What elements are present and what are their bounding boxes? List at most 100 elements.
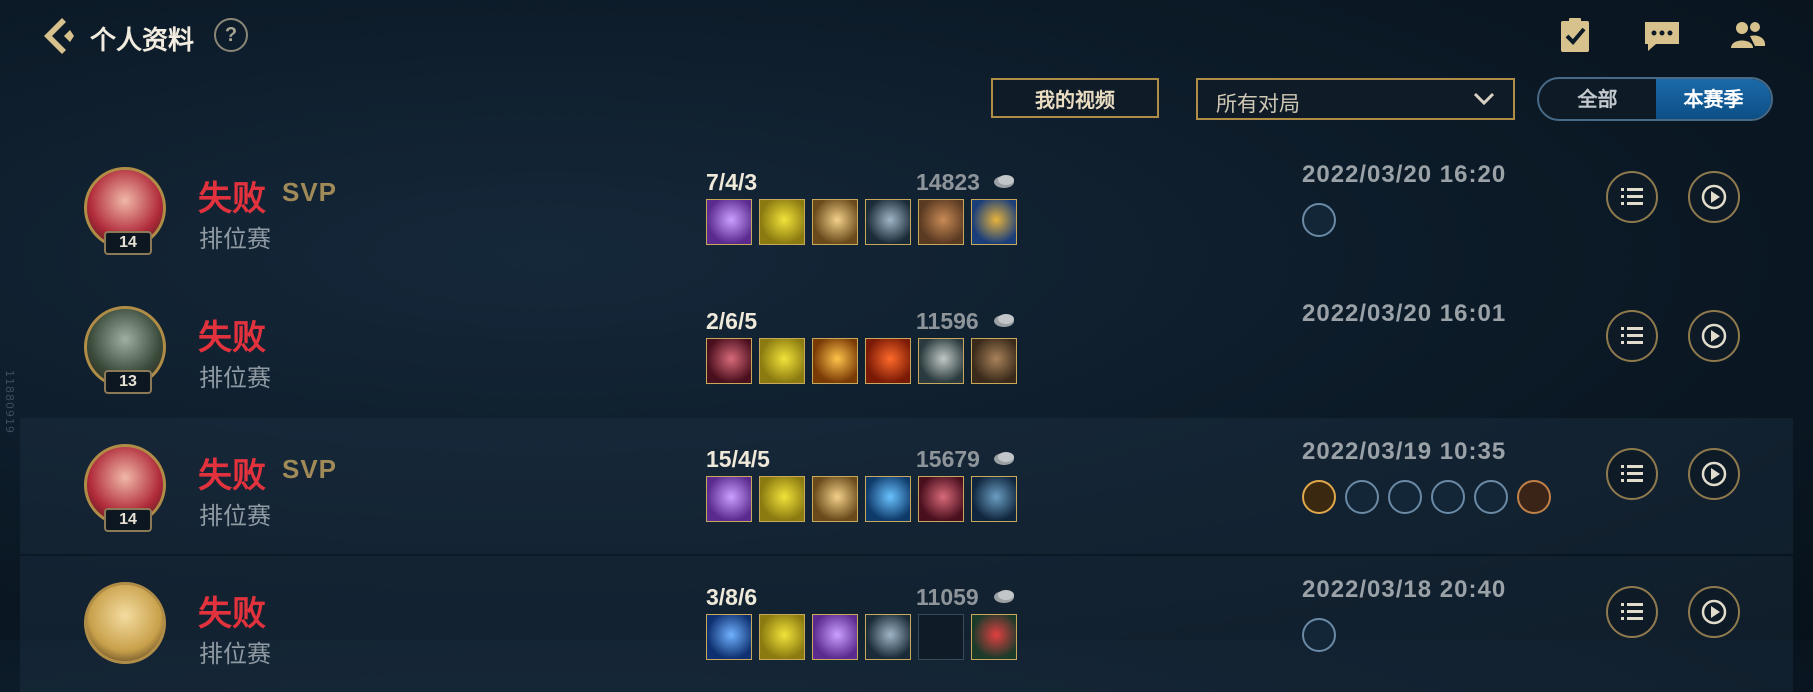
- match-mode: 排位赛: [199, 225, 271, 253]
- gold-amount: 15679: [916, 446, 980, 472]
- side-id-text: 11880919: [3, 370, 16, 434]
- help-button[interactable]: ?: [214, 18, 248, 52]
- gold-badge-icon[interactable]: [1517, 480, 1551, 514]
- my-videos-button[interactable]: 我的视频: [991, 78, 1159, 118]
- purple-dagger-icon[interactable]: [706, 199, 752, 245]
- yellow-shield-icon[interactable]: [759, 199, 805, 245]
- sword-badge-icon[interactable]: [1431, 480, 1465, 514]
- replay-icon: [1701, 599, 1727, 625]
- potion-icon[interactable]: [971, 614, 1017, 660]
- match-result: 失败: [198, 594, 266, 634]
- match-mode: 排位赛: [199, 502, 271, 530]
- kda-score: 3/8/6: [706, 584, 758, 610]
- hero-level-badge: 13: [104, 370, 152, 394]
- friends-icon: [1731, 22, 1766, 48]
- task-button[interactable]: [1555, 16, 1595, 56]
- match-replay-button[interactable]: [1688, 310, 1740, 362]
- header-bar: 个人资料 ?: [0, 0, 1813, 75]
- list-icon: [1621, 327, 1643, 344]
- gold-coin-icon: [994, 175, 1014, 188]
- gold-amount: 11596: [916, 308, 979, 334]
- list-icon: [1621, 603, 1643, 620]
- hero-level-badge: 14: [104, 508, 152, 532]
- svp-tag: SVP: [282, 177, 338, 207]
- match-result: 失败: [198, 318, 266, 358]
- greatsword-icon[interactable]: [918, 338, 964, 384]
- clipboard-check-icon: [1561, 18, 1589, 52]
- match-mode: 排位赛: [199, 364, 271, 392]
- hero-avatar[interactable]: [84, 582, 166, 664]
- match-filter-value: 所有对局: [1216, 92, 1300, 116]
- flag-badge-icon[interactable]: [1388, 480, 1422, 514]
- blue-blade-icon[interactable]: [706, 614, 752, 660]
- match-details-button[interactable]: [1606, 586, 1658, 638]
- kda-score: 7/4/3: [706, 169, 758, 195]
- ice-lance-icon[interactable]: [865, 476, 911, 522]
- crown-badge-icon[interactable]: [1474, 480, 1508, 514]
- frost-boots-icon[interactable]: [971, 476, 1017, 522]
- match-details-button[interactable]: [1606, 310, 1658, 362]
- winged-blade-icon[interactable]: [812, 476, 858, 522]
- friends-button[interactable]: [1728, 16, 1768, 56]
- match-replay-button[interactable]: [1688, 586, 1740, 638]
- boots-icon[interactable]: [971, 338, 1017, 384]
- replay-icon: [1701, 323, 1727, 349]
- match-datetime: 2022/03/19 10:35: [1302, 438, 1507, 465]
- crimson-blade-icon[interactable]: [918, 476, 964, 522]
- match-details-button[interactable]: [1606, 171, 1658, 223]
- match-datetime: 2022/03/20 16:20: [1302, 161, 1507, 188]
- chevron-down-icon: [1473, 92, 1495, 106]
- match-result: 失败: [198, 179, 266, 219]
- list-icon: [1621, 465, 1643, 482]
- rune-badge-icon[interactable]: [1302, 618, 1336, 652]
- chat-button[interactable]: [1642, 16, 1682, 56]
- replay-icon: [1701, 461, 1727, 487]
- match-mode: 排位赛: [199, 640, 271, 668]
- fire-orb-icon[interactable]: [865, 338, 911, 384]
- hammer-icon[interactable]: [918, 199, 964, 245]
- yellow-shield-icon[interactable]: [759, 614, 805, 660]
- sun-staff-icon[interactable]: [812, 338, 858, 384]
- match-filter-select[interactable]: 所有对局: [1196, 78, 1515, 120]
- trinket-icon[interactable]: [971, 199, 1017, 245]
- yellow-shield-icon[interactable]: [759, 476, 805, 522]
- help-icon: ?: [224, 24, 238, 46]
- match-replay-button[interactable]: [1688, 448, 1740, 500]
- svp-tag: SVP: [282, 454, 338, 484]
- match-row[interactable]: 失败排位赛 3/8/6 11059 2022/03/18 20:40: [20, 556, 1793, 692]
- three-kill-badge-icon[interactable]: [1345, 480, 1379, 514]
- steel-spear-icon[interactable]: [865, 199, 911, 245]
- steel-spear-icon[interactable]: [865, 614, 911, 660]
- kda-score: 2/6/5: [706, 308, 758, 334]
- match-details-button[interactable]: [1606, 448, 1658, 500]
- winged-blade-icon[interactable]: [812, 199, 858, 245]
- match-row[interactable]: 14 失败 SVP 排位赛 7/4/3 14823 2022/03/20 16:20: [20, 141, 1793, 277]
- gold-coin-icon: [994, 452, 1014, 465]
- gold-amount: 14823: [916, 169, 980, 195]
- replay-icon: [1701, 184, 1727, 210]
- back-button[interactable]: [36, 14, 80, 58]
- match-row[interactable]: 13 失败排位赛 2/6/5 11596 2022/03/20 16:01: [20, 280, 1793, 416]
- a-rank-badge-icon[interactable]: [1302, 480, 1336, 514]
- toggle-all[interactable]: 全部: [1539, 79, 1656, 119]
- purple-dagger-icon[interactable]: [812, 614, 858, 660]
- crimson-blade-icon[interactable]: [706, 338, 752, 384]
- empty-slot-icon[interactable]: [918, 614, 964, 660]
- list-icon: [1621, 188, 1643, 205]
- match-datetime: 2022/03/20 16:01: [1302, 300, 1507, 327]
- match-row[interactable]: 14 失败 SVP 排位赛 15/4/5 15679 2022/03/19 10:35: [20, 418, 1793, 554]
- kda-score: 15/4/5: [706, 446, 770, 472]
- back-icon: [44, 18, 74, 54]
- gold-amount: 11059: [916, 584, 979, 610]
- match-replay-button[interactable]: [1688, 171, 1740, 223]
- match-datetime: 2022/03/18 20:40: [1302, 576, 1507, 603]
- hero-level-badge: 14: [104, 231, 152, 255]
- gold-coin-icon: [994, 590, 1014, 603]
- toggle-this-season[interactable]: 本赛季: [1656, 79, 1771, 119]
- yellow-shield-icon[interactable]: [759, 338, 805, 384]
- chat-icon: [1645, 22, 1679, 51]
- purple-dagger-icon[interactable]: [706, 476, 752, 522]
- rune-badge-icon[interactable]: [1302, 203, 1336, 237]
- season-toggle[interactable]: 全部 本赛季: [1537, 77, 1773, 121]
- page-title: 个人资料: [90, 26, 195, 56]
